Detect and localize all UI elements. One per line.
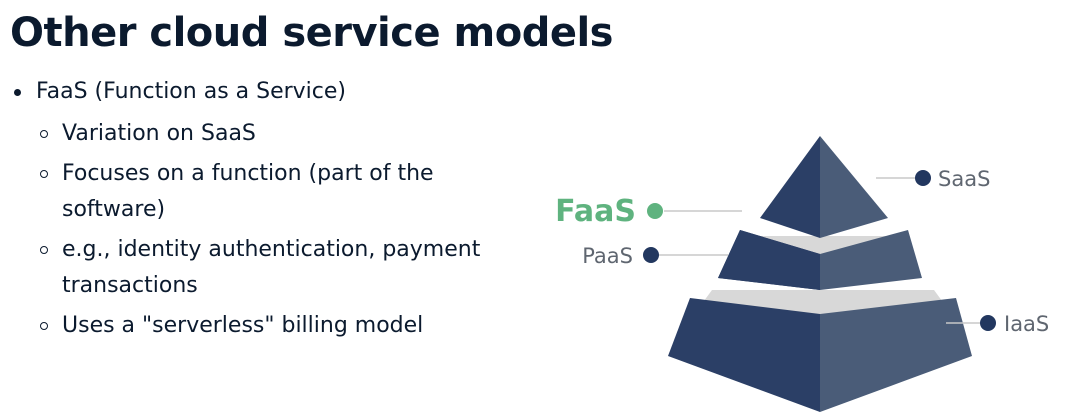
sub-bullet-examples: e.g., identity authentication, payment t…: [40, 232, 502, 304]
pyramid-diagram: SaaS FaaS PaaS IaaS: [555, 136, 1049, 412]
faas-label: FaaS: [555, 194, 636, 229]
sub-bullet-focuses: Focuses on a function (part of the softw…: [40, 156, 502, 228]
saas-dot-icon: [915, 170, 931, 186]
saas-label: SaaS: [938, 167, 990, 191]
pyramid-tier-bottom-right: [820, 298, 972, 412]
iaas-dot-icon: [980, 315, 996, 331]
pyramid-tier-top-right: [820, 136, 888, 238]
slide-title: Other cloud service models: [10, 10, 613, 56]
pyramid-tier-top-left: [760, 136, 820, 238]
sub-bullet-list: Variation on SaaS Focuses on a function …: [14, 116, 534, 344]
iaas-label: IaaS: [1004, 312, 1049, 336]
paas-dot-icon: [643, 247, 659, 263]
sub-bullet-variation: Variation on SaaS: [40, 116, 502, 152]
pyramid-tier-bottom-left: [668, 298, 820, 412]
bullet-faas: FaaS (Function as a Service): [14, 78, 534, 106]
bullet-list: FaaS (Function as a Service) Variation o…: [14, 78, 534, 348]
paas-label: PaaS: [582, 244, 633, 268]
sub-bullet-billing: Uses a "serverless" billing model: [40, 308, 502, 344]
faas-dot-icon: [647, 203, 663, 219]
